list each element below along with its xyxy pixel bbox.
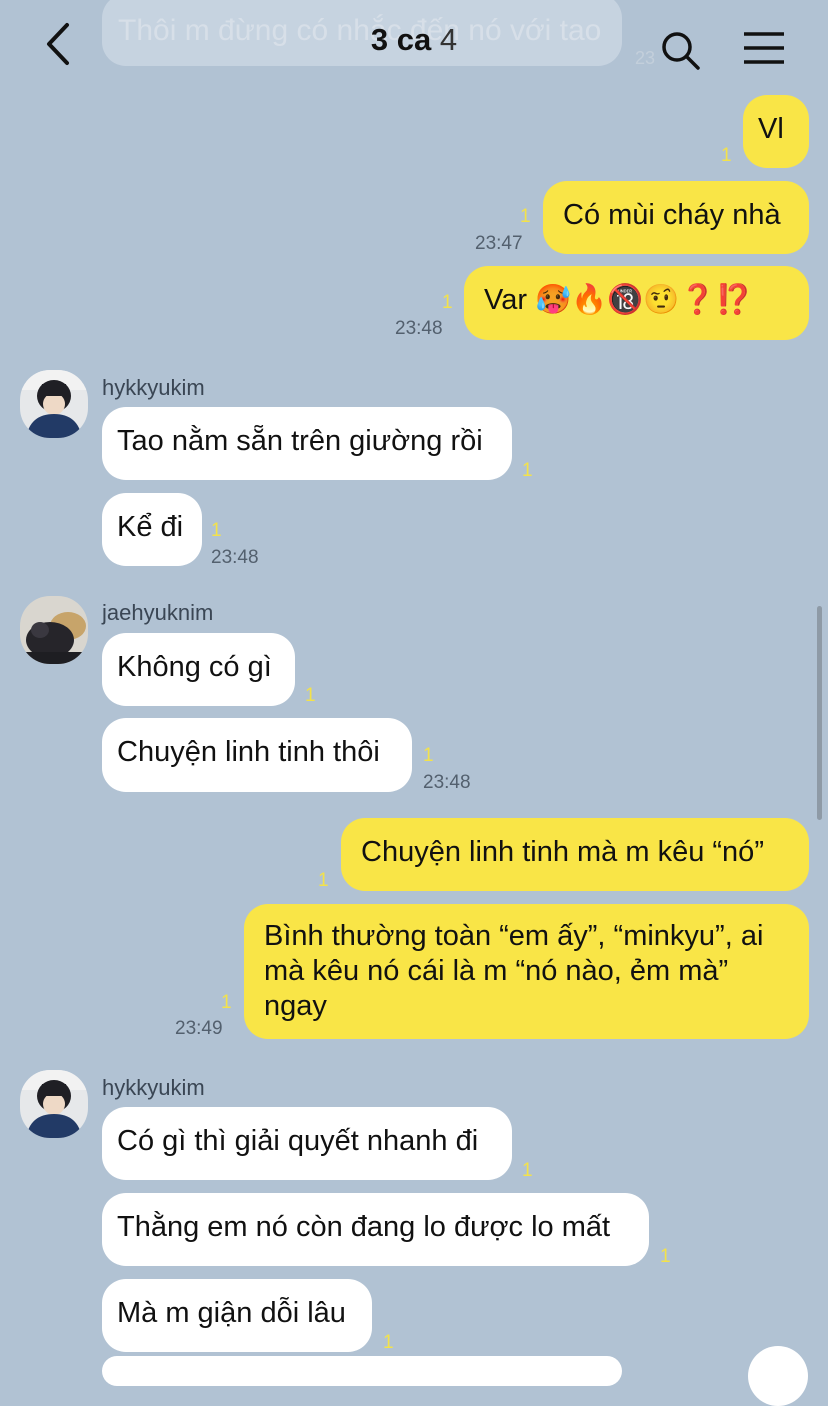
avatar-image (20, 1070, 88, 1138)
message-text: Var 🥵🔥🔞🤨❓⁉️ (484, 284, 752, 316)
my-message-bubble[interactable]: Chuyện linh tinh mà m kêu “nó” (341, 818, 809, 891)
their-message-bubble[interactable]: Chuyện linh tinh thôi (102, 718, 412, 792)
message-text: Thằng em nó còn đang lo được lo mất (117, 1211, 611, 1243)
read-count: 1 (442, 292, 453, 313)
message-time: 23:48 (423, 772, 471, 793)
message-time: 23:48 (395, 318, 443, 339)
read-count: 1 (305, 685, 316, 706)
read-count: 1 (520, 206, 531, 227)
their-message-bubble[interactable] (102, 1356, 622, 1386)
scroll-to-bottom-button[interactable] (748, 1346, 808, 1406)
message-text: Vl (758, 113, 784, 145)
read-count: 1 (522, 460, 533, 481)
message-text: Có gì thì giải quyết nhanh đi (117, 1125, 479, 1157)
message-time: 23:49 (175, 1018, 223, 1039)
message-time: 23:47 (475, 233, 523, 254)
sender-name: hykkyukim (102, 375, 205, 400)
my-message-bubble[interactable]: Var 🥵🔥🔞🤨❓⁉️ (464, 266, 809, 340)
message-text: Kể đi (117, 511, 184, 543)
menu-icon[interactable] (742, 30, 786, 66)
message-text: Mà m giận dỗi lâu (117, 1297, 346, 1329)
chat-title-name: 3 ca (370, 22, 432, 57)
my-message-bubble[interactable]: Vl (743, 95, 809, 168)
search-icon[interactable] (660, 30, 702, 72)
avatar[interactable] (20, 1070, 88, 1138)
their-message-bubble[interactable]: Không có gì (102, 633, 295, 706)
read-count: 1 (221, 992, 232, 1013)
their-message-bubble[interactable]: Mà m giận dỗi lâu (102, 1279, 372, 1352)
their-message-bubble[interactable]: Thằng em nó còn đang lo được lo mất (102, 1193, 649, 1266)
message-text: Chuyện linh tinh thôi (117, 736, 380, 768)
message-time: 23:48 (211, 547, 259, 568)
avatar[interactable] (20, 596, 88, 664)
message-text: Tao nằm sẵn trên giường rồi (117, 425, 483, 457)
avatar-image (20, 370, 88, 438)
avatar[interactable] (20, 370, 88, 438)
their-message-bubble[interactable]: Kể đi (102, 493, 202, 566)
their-message-bubble[interactable]: Có gì thì giải quyết nhanh đi (102, 1107, 512, 1180)
scrollbar[interactable] (817, 606, 822, 820)
message-text: Bình thường toàn “em ấy”, “minkyu”, ai m… (264, 920, 764, 1022)
my-message-bubble[interactable]: Có mùi cháy nhà (543, 181, 809, 254)
chat-header: Thôi m đừng có nhắc đến nó với tao 23 3 … (0, 0, 828, 92)
message-text: Có mùi cháy nhà (563, 199, 781, 231)
message-text: Không có gì (117, 651, 272, 683)
chat-title: 3 ca 4 (0, 22, 828, 58)
sender-name: jaehyuknim (102, 600, 214, 625)
avatar-image (20, 596, 88, 664)
their-message-bubble[interactable]: Tao nằm sẵn trên giường rồi (102, 407, 512, 480)
my-message-bubble[interactable]: Bình thường toàn “em ấy”, “minkyu”, ai m… (244, 904, 809, 1039)
member-count: 4 (439, 22, 458, 57)
read-count: 1 (383, 1332, 394, 1353)
read-count: 1 (211, 520, 222, 541)
read-count: 1 (660, 1246, 671, 1267)
message-text: Chuyện linh tinh mà m kêu “nó” (361, 836, 764, 868)
read-count: 1 (423, 745, 434, 766)
sender-name: hykkyukim (102, 1075, 205, 1100)
read-count: 1 (522, 1160, 533, 1181)
read-count: 1 (721, 145, 732, 166)
read-count: 1 (318, 870, 329, 891)
